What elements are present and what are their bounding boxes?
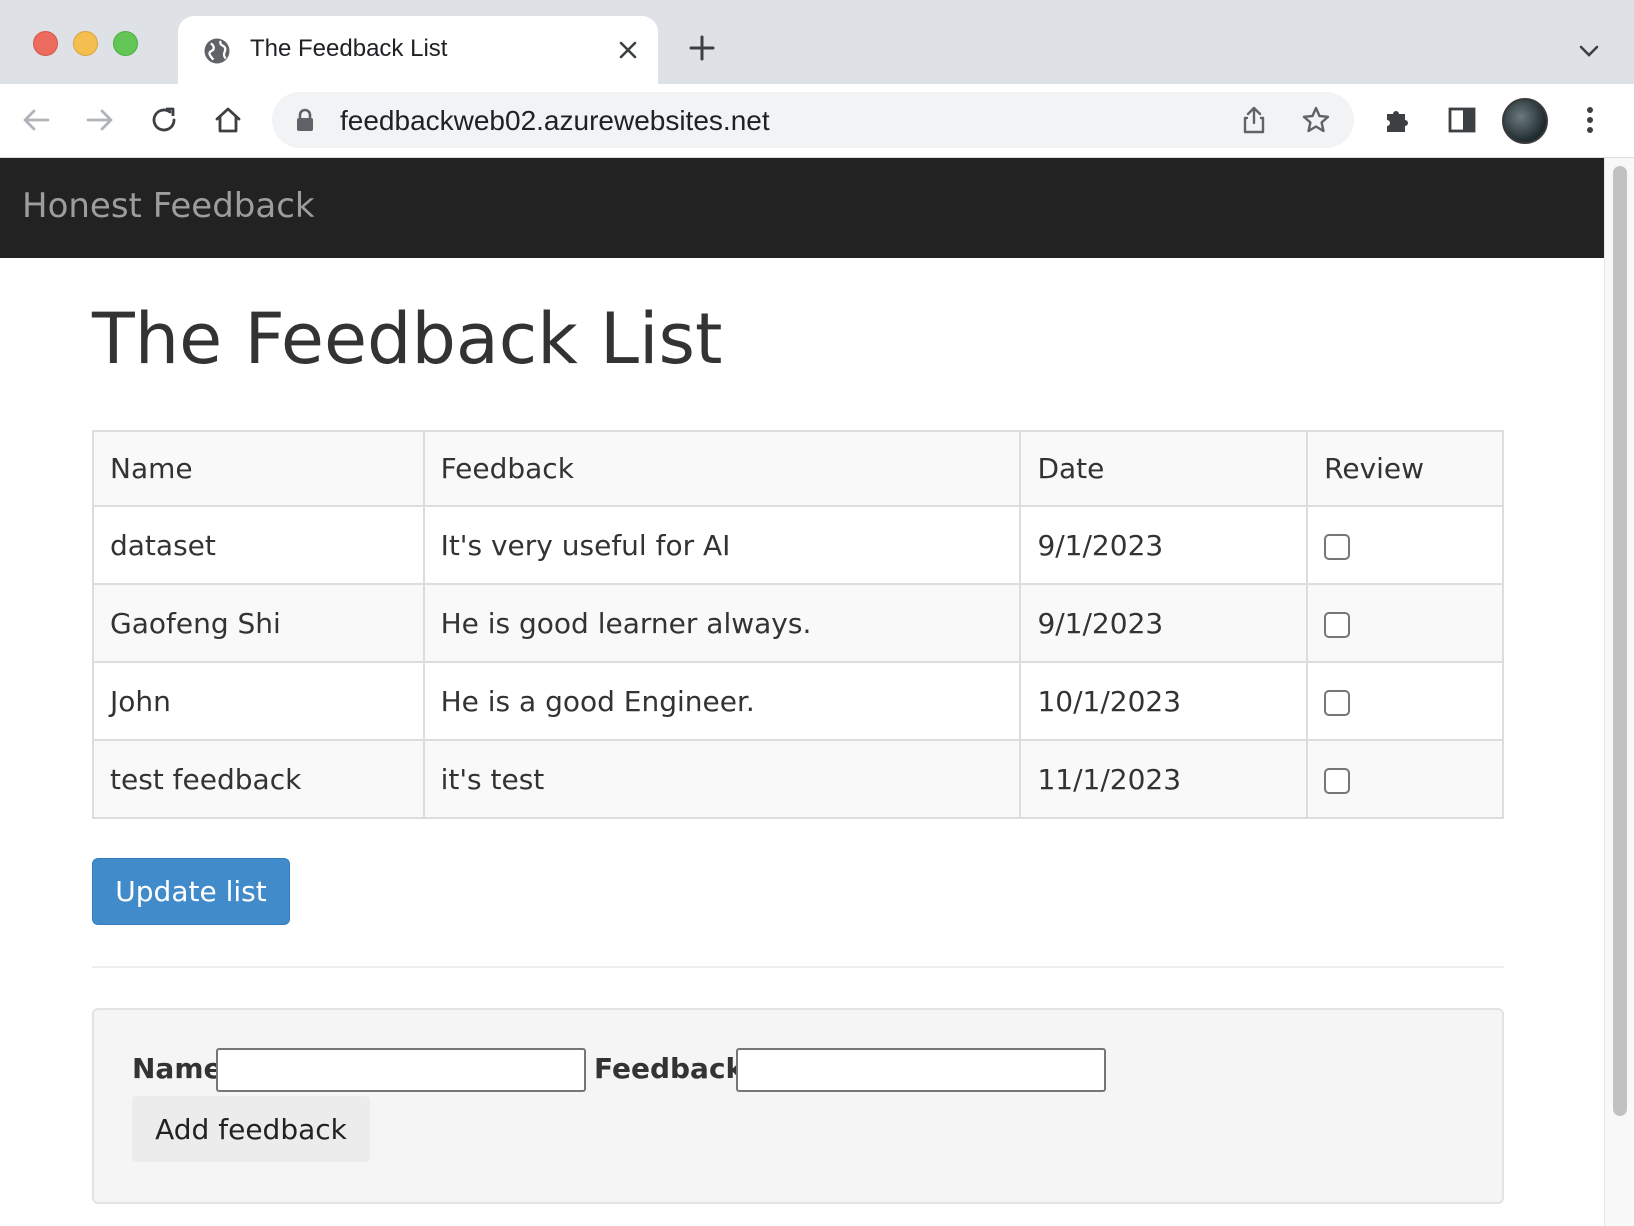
close-tab-icon[interactable] [612, 34, 644, 66]
cell-feedback: it's test [422, 739, 1022, 819]
update-list-button[interactable]: Update list [92, 858, 290, 925]
site-navbar: Honest Feedback [0, 158, 1604, 258]
add-feedback-form: Name: Feedback: Add feedback [92, 1008, 1504, 1204]
navbar-brand[interactable]: Honest Feedback [22, 186, 315, 226]
table-row: Gaofeng Shi He is good learner always. 9… [92, 583, 1504, 663]
cell-review [1306, 505, 1504, 585]
review-checkbox[interactable] [1324, 611, 1351, 638]
window-minimize-button[interactable] [73, 31, 98, 56]
cell-name: John [92, 661, 425, 741]
review-checkbox[interactable] [1324, 533, 1351, 560]
cell-feedback: He is a good Engineer. [422, 661, 1022, 741]
cell-feedback: He is good learner always. [422, 583, 1022, 663]
home-icon[interactable] [208, 100, 248, 140]
review-checkbox[interactable] [1324, 689, 1351, 716]
table-row: dataset It's very useful for AI 9/1/2023 [92, 505, 1504, 585]
cell-review [1306, 583, 1504, 663]
profile-avatar[interactable] [1502, 98, 1548, 144]
cell-name: dataset [92, 505, 425, 585]
window-maximize-button[interactable] [113, 31, 138, 56]
cell-date: 9/1/2023 [1019, 583, 1309, 663]
browser-tab-active[interactable]: The Feedback List [178, 16, 658, 84]
vertical-scrollbar[interactable] [1604, 158, 1634, 1226]
cell-feedback: It's very useful for AI [422, 505, 1022, 585]
new-tab-icon[interactable] [686, 32, 718, 64]
table-row: test feedback it's test 11/1/2023 [92, 739, 1504, 819]
cell-review [1306, 661, 1504, 741]
back-arrow-icon[interactable] [16, 100, 56, 140]
column-header-name: Name [92, 430, 425, 507]
chevron-down-icon[interactable] [1574, 36, 1604, 66]
lock-icon[interactable] [294, 108, 316, 132]
name-input[interactable] [216, 1048, 586, 1092]
address-bar[interactable]: feedbackweb02.azurewebsites.net [272, 92, 1354, 148]
share-icon[interactable] [1238, 104, 1270, 136]
column-header-review: Review [1306, 430, 1504, 507]
browser-tab-bar: The Feedback List [0, 0, 1634, 84]
column-header-feedback: Feedback [422, 430, 1022, 507]
review-checkbox[interactable] [1324, 767, 1351, 794]
cell-date: 10/1/2023 [1019, 661, 1309, 741]
page-title: The Feedback List [92, 298, 723, 380]
url-text[interactable]: feedbackweb02.azurewebsites.net [340, 105, 770, 137]
bookmark-star-icon[interactable] [1300, 104, 1332, 136]
page-viewport: Honest Feedback The Feedback List Name F… [0, 158, 1634, 1226]
cell-date: 9/1/2023 [1019, 505, 1309, 585]
reload-icon[interactable] [144, 100, 184, 140]
cell-review [1306, 739, 1504, 819]
cell-name: test feedback [92, 739, 425, 819]
cell-date: 11/1/2023 [1019, 739, 1309, 819]
tab-title: The Feedback List [250, 35, 448, 62]
globe-icon [204, 38, 230, 64]
more-menu-icon[interactable] [1570, 100, 1610, 140]
table-header-row: Name Feedback Date Review [92, 430, 1504, 507]
cell-name: Gaofeng Shi [92, 583, 425, 663]
feedback-table: Name Feedback Date Review dataset It's v… [92, 430, 1504, 819]
forward-arrow-icon[interactable] [80, 100, 120, 140]
window-close-button[interactable] [33, 31, 58, 56]
feedback-label: Feedback: [594, 1052, 756, 1085]
browser-toolbar: feedbackweb02.azurewebsites.net [0, 84, 1634, 158]
feedback-input[interactable] [736, 1048, 1106, 1092]
add-feedback-button[interactable]: Add feedback [132, 1096, 370, 1162]
table-row: John He is a good Engineer. 10/1/2023 [92, 661, 1504, 741]
extensions-puzzle-icon[interactable] [1378, 100, 1418, 140]
scrollbar-thumb[interactable] [1613, 166, 1627, 1116]
section-divider [92, 966, 1504, 968]
column-header-date: Date [1019, 430, 1309, 507]
side-panel-icon[interactable] [1442, 100, 1482, 140]
